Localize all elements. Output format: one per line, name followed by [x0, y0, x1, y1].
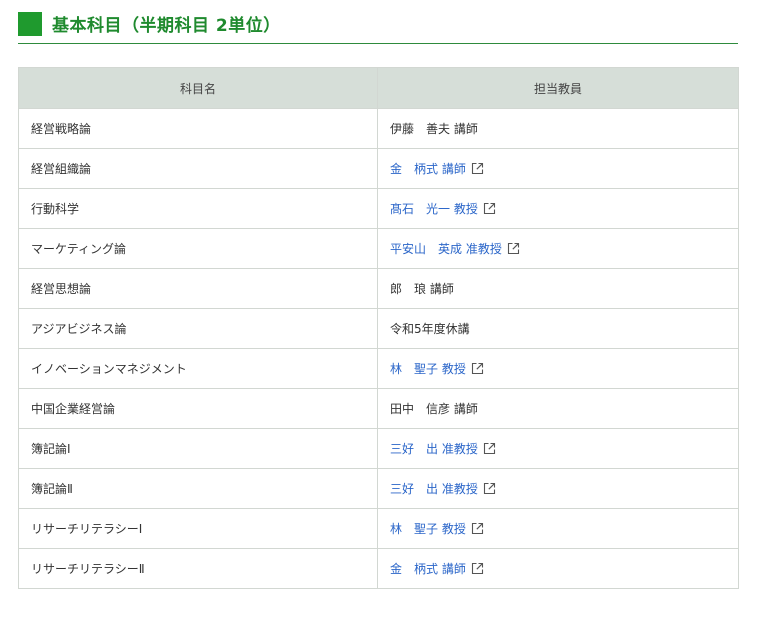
teacher-name: 金 柄式 講師 [390, 562, 466, 576]
table-row: リサーチリテラシーⅠ 林 聖子 教授 [18, 508, 739, 549]
course-name-cell: イノベーションマネジメント [18, 348, 378, 389]
teacher-name: 伊藤 善夫 講師 [390, 122, 478, 136]
teacher-name: 郎 琅 講師 [390, 282, 454, 296]
teacher-cell: 金 柄式 講師 [377, 148, 739, 189]
table-header-row: 科目名 担当教員 [18, 67, 739, 109]
teacher-name: 平安山 英成 准教授 [390, 242, 502, 256]
teacher-name: 三好 出 准教授 [390, 442, 478, 456]
course-name-cell: リサーチリテラシーⅡ [18, 548, 378, 589]
teacher-cell: 三好 出 准教授 [377, 468, 739, 509]
course-table: 科目名 担当教員 経営戦略論 伊藤 善夫 講師 経営組織論金 柄式 講師 行動科学 髙石… [18, 67, 739, 589]
course-name-cell: 簿記論Ⅱ [18, 468, 378, 509]
teacher-name: 三好 出 准教授 [390, 482, 478, 496]
teacher-cell: 髙石 光一 教授 [377, 188, 739, 229]
teacher-link[interactable]: 三好 出 准教授 [390, 440, 496, 457]
table-row: 行動科学 髙石 光一 教授 [18, 188, 739, 229]
table-row: 中国企業経営論 田中 信彦 講師 [18, 388, 739, 429]
teacher-cell: 郎 琅 講師 [377, 268, 739, 309]
course-name-cell: 経営戦略論 [18, 108, 378, 149]
teacher-cell: 林 聖子 教授 [377, 348, 739, 389]
course-name-cell: 簿記論Ⅰ [18, 428, 378, 469]
teacher-name: 田中 信彦 講師 [390, 402, 478, 416]
teacher-cell: 田中 信彦 講師 [377, 388, 739, 429]
table-row: 経営思想論郎 琅 講師 [18, 268, 739, 309]
course-name-cell: 行動科学 [18, 188, 378, 229]
teacher-cell: 林 聖子 教授 [377, 508, 739, 549]
table-row: 簿記論Ⅰ 三好 出 准教授 [18, 428, 739, 469]
teacher-link[interactable]: 林 聖子 教授 [390, 520, 484, 537]
table-row: 経営戦略論 伊藤 善夫 講師 [18, 108, 739, 149]
table-row: 簿記論Ⅱ 三好 出 准教授 [18, 468, 739, 509]
teacher-link[interactable]: 金 柄式 講師 [390, 560, 484, 577]
teacher-cell: 三好 出 准教授 [377, 428, 739, 469]
teacher-name: 髙石 光一 教授 [390, 202, 478, 216]
teacher-name: 金 柄式 講師 [390, 162, 466, 176]
external-link-icon [471, 522, 484, 535]
heading-square-icon [18, 11, 42, 36]
external-link-icon [483, 442, 496, 455]
course-name-cell: アジアビジネス論 [18, 308, 378, 349]
teacher-cell: 金 柄式 講師 [377, 548, 739, 589]
table-row: リサーチリテラシーⅡ 金 柄式 講師 [18, 548, 739, 589]
table-row: マーケティング論 平安山 英成 准教授 [18, 228, 739, 269]
teacher-cell: 令和5年度休講 [377, 308, 739, 349]
teacher-name: 林 聖子 教授 [390, 522, 466, 536]
table-body: 経営戦略論 伊藤 善夫 講師 経営組織論金 柄式 講師 行動科学 髙石 光一 教授 マーケ… [18, 108, 739, 589]
table-row: イノベーションマネジメント林 聖子 教授 [18, 348, 739, 389]
course-name-cell: 中国企業経営論 [18, 388, 378, 429]
teacher-link[interactable]: 三好 出 准教授 [390, 480, 496, 497]
column-header-course: 科目名 [18, 67, 378, 109]
teacher-link[interactable]: 金 柄式 講師 [390, 160, 484, 177]
teacher-cell: 平安山 英成 准教授 [377, 228, 739, 269]
teacher-cell: 伊藤 善夫 講師 [377, 108, 739, 149]
teacher-name: 令和5年度休講 [390, 322, 470, 336]
teacher-link[interactable]: 平安山 英成 准教授 [390, 240, 520, 257]
course-name-cell: マーケティング論 [18, 228, 378, 269]
external-link-icon [471, 562, 484, 575]
external-link-icon [471, 162, 484, 175]
teacher-link[interactable]: 髙石 光一 教授 [390, 200, 496, 217]
section-title: 基本科目（半期科目 2単位） [52, 16, 281, 36]
external-link-icon [507, 242, 520, 255]
external-link-icon [483, 202, 496, 215]
table-row: アジアビジネス論 令和5年度休講 [18, 308, 739, 349]
course-name-cell: 経営思想論 [18, 268, 378, 309]
teacher-link[interactable]: 林 聖子 教授 [390, 360, 484, 377]
column-header-teacher: 担当教員 [377, 67, 739, 109]
section-heading: 基本科目（半期科目 2単位） [18, 10, 738, 44]
external-link-icon [471, 362, 484, 375]
external-link-icon [483, 482, 496, 495]
course-name-cell: リサーチリテラシーⅠ [18, 508, 378, 549]
table-row: 経営組織論金 柄式 講師 [18, 148, 739, 189]
teacher-name: 林 聖子 教授 [390, 362, 466, 376]
course-name-cell: 経営組織論 [18, 148, 378, 189]
